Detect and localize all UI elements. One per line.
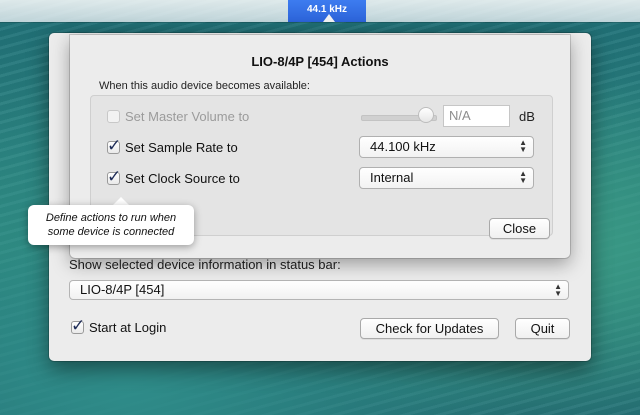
start-at-login-label: Start at Login xyxy=(89,320,167,335)
sample-rate-select[interactable]: 44.100 kHz ▲ ▼ xyxy=(359,136,534,158)
clock-source-value: Internal xyxy=(370,170,414,185)
clock-source-checkbox[interactable] xyxy=(107,167,121,187)
close-button[interactable]: Close xyxy=(489,218,550,239)
sample-rate-row: Set Sample Rate to xyxy=(107,136,238,156)
quit-button[interactable]: Quit xyxy=(515,318,570,339)
clock-source-select[interactable]: Internal ▲ ▼ xyxy=(359,167,534,189)
device-select-value: LIO-8/4P [454] xyxy=(80,282,165,297)
tooltip-line-1: Define actions to run when xyxy=(45,212,177,224)
check-for-updates-button[interactable]: Check for Updates xyxy=(360,318,499,339)
db-unit-label: dB xyxy=(519,109,535,124)
tooltip-line-2: some device is connected xyxy=(47,226,175,238)
master-volume-label: Set Master Volume to xyxy=(125,109,250,124)
master-volume-slider[interactable] xyxy=(418,107,434,123)
clock-source-label: Set Clock Source to xyxy=(125,171,240,186)
help-tooltip: Define actions to run when some device i… xyxy=(28,205,194,245)
updown-arrows-icon: ▲ ▼ xyxy=(554,282,562,298)
start-at-login-row[interactable]: Start at Login xyxy=(71,316,167,336)
master-volume-row: Set Master Volume to xyxy=(107,109,249,124)
sheet-title: LIO-8/4P [454] Actions xyxy=(251,54,389,69)
sample-rate-value: 44.100 kHz xyxy=(370,139,436,154)
device-select[interactable]: LIO-8/4P [454] ▲ ▼ xyxy=(69,280,569,300)
sample-rate-label: Set Sample Rate to xyxy=(125,140,238,155)
menu-bar: 44.1 kHz xyxy=(0,0,640,22)
clock-source-row: Set Clock Source to xyxy=(107,167,240,187)
show-device-label: Show selected device information in stat… xyxy=(69,257,341,272)
updown-arrows-icon: ▲ ▼ xyxy=(519,138,527,154)
when-available-label: When this audio device becomes available… xyxy=(99,80,310,92)
popover-arrow xyxy=(323,14,335,22)
updown-arrows-icon: ▲ ▼ xyxy=(519,169,527,185)
master-volume-field[interactable]: N/A xyxy=(443,105,510,127)
sample-rate-checkbox[interactable] xyxy=(107,136,121,156)
start-at-login-checkbox[interactable] xyxy=(71,316,85,336)
master-volume-checkbox[interactable] xyxy=(107,110,120,123)
